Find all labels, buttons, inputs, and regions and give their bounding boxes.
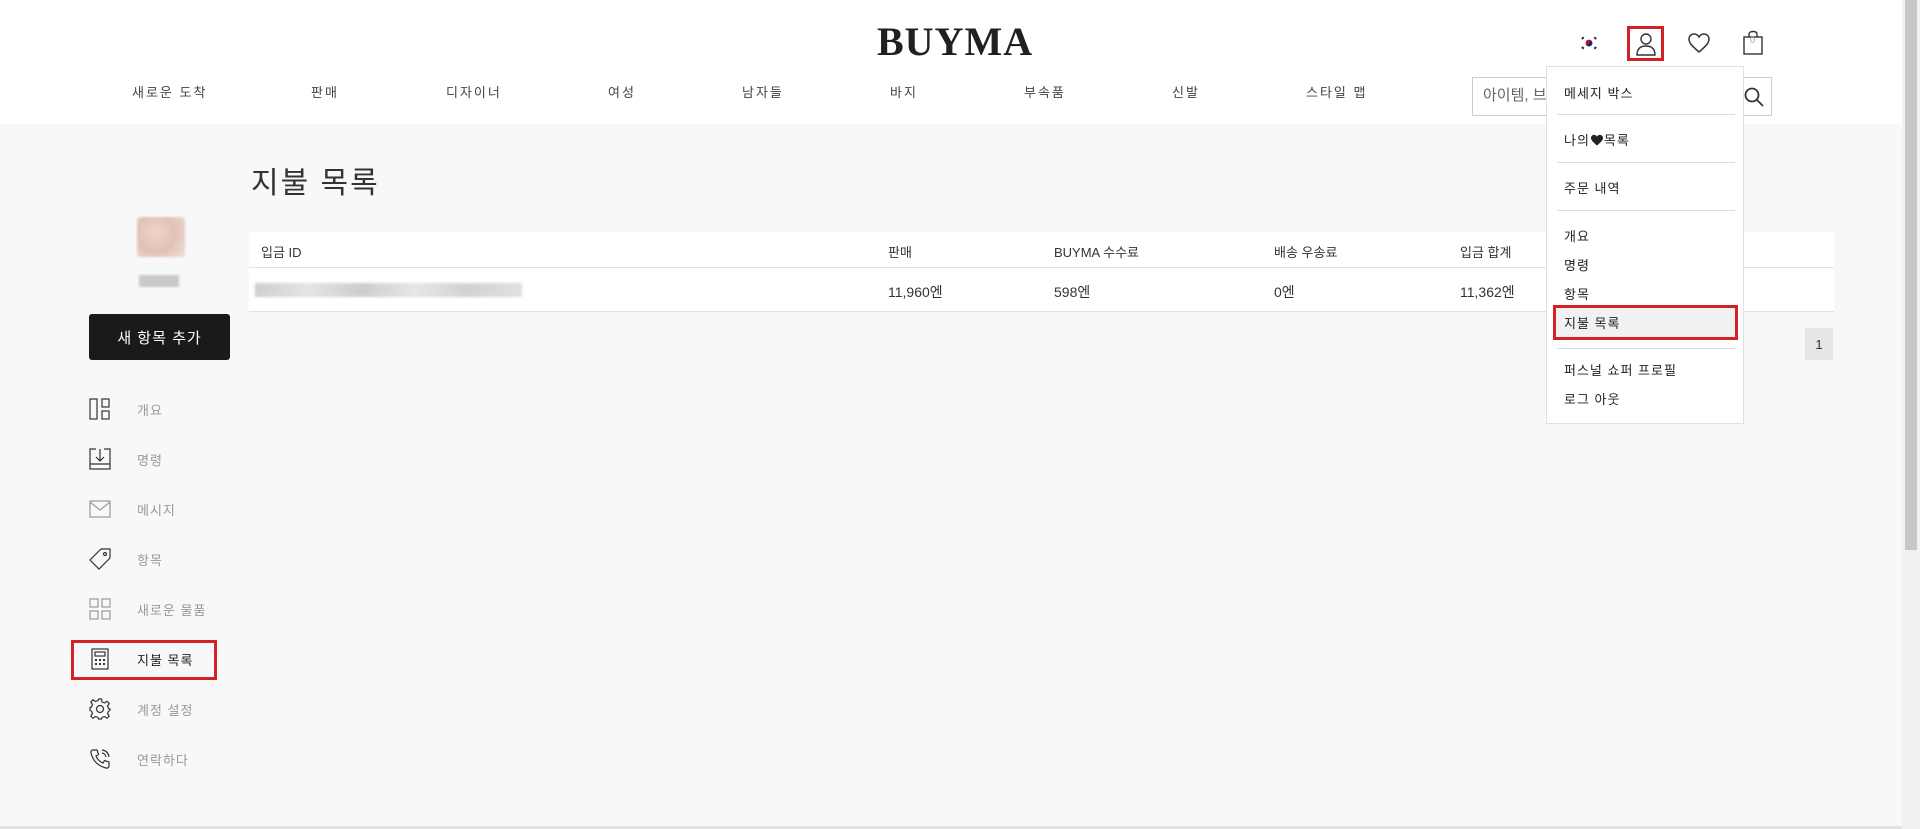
sidebar-item-label: 명령 [137,452,163,468]
menu-item-payment-list[interactable]: 지불 목록 [1564,313,1620,332]
col-deposit-total: 입금 합계 [1460,245,1512,260]
shopping-bag-button[interactable]: 0 [1735,26,1771,60]
menu-divider [1557,348,1735,349]
username-redacted [139,275,179,287]
menu-item-label: 나의 [1564,133,1590,148]
nav-men[interactable]: 남자들 [742,82,784,101]
sidebar-item-label: 메시지 [137,502,176,518]
buyma-logo[interactable]: BUYMA [877,18,1033,65]
gear-icon [89,698,111,720]
korea-flag-icon[interactable] [1571,26,1607,60]
sidebar-item-label: 연락하다 [137,752,189,768]
menu-item-label: 목록 [1603,133,1630,148]
page-scrollbar-thumb[interactable] [1905,0,1917,550]
sidebar-item-label: 새로운 물품 [137,602,207,618]
nav-women[interactable]: 여성 [608,82,636,101]
nav-designers[interactable]: 디자이너 [446,82,502,101]
sidebar-item-account-settings[interactable]: 계정 설정 [88,691,218,727]
menu-item-wishlist[interactable]: 나의 목록 [1564,130,1630,149]
menu-divider [1557,210,1735,211]
menu-item-items[interactable]: 항목 [1564,284,1590,303]
grid-icon [89,598,111,620]
nav-shoes[interactable]: 신발 [1172,82,1200,101]
price-tag-icon [89,548,111,570]
cell-deposit-total: 11,362엔 [1460,284,1515,300]
menu-item-message-box[interactable]: 메세지 박스 [1564,83,1633,102]
menu-item-order-history[interactable]: 주문 내역 [1564,178,1620,197]
col-sales: 판매 [888,245,912,260]
menu-item-logout[interactable]: 로그 아웃 [1564,389,1620,408]
heart-filled-icon [1590,134,1603,146]
highlight-box [71,640,217,680]
nav-pants[interactable]: 바지 [890,82,918,101]
cell-sales: 11,960엔 [888,284,943,300]
download-tray-icon [89,448,111,470]
menu-item-personal-shopper-profile[interactable]: 퍼스널 쇼퍼 프로필 [1564,360,1677,379]
menu-item-commands[interactable]: 명령 [1564,255,1590,274]
sidebar-item-label: 개요 [137,402,163,418]
user-icon [1635,32,1656,56]
nav-accessories[interactable]: 부속품 [1024,82,1066,101]
pagination-page-1[interactable]: 1 [1805,328,1833,360]
menu-item-overview[interactable]: 개요 [1564,226,1590,245]
sidebar-item-messages[interactable]: 메시지 [88,491,218,527]
sidebar-item-new-products[interactable]: 새로운 물품 [88,591,218,627]
cell-shipping: 0엔 [1274,284,1295,300]
menu-divider [1557,162,1735,163]
heart-icon [1688,33,1710,53]
add-new-item-button[interactable]: 새 항목 추가 [89,314,230,360]
dashboard-icon [89,398,111,420]
nav-style-map[interactable]: 스타일 맵 [1306,82,1367,101]
cell-buyma-fee: 598엔 [1054,284,1091,300]
menu-divider [1557,114,1735,115]
col-shipping: 배송 우송료 [1274,245,1338,260]
sidebar-item-items[interactable]: 항목 [88,541,218,577]
sidebar-item-label: 항목 [137,552,163,568]
user-account-button[interactable] [1627,26,1664,61]
main-navigation: 새로운 도착 판매 디자이너 여성 남자들 바지 부속품 신발 스타일 맵 [0,82,1480,106]
sidebar-item-label: 계정 설정 [137,702,194,718]
avatar [137,217,185,257]
deposit-id-redacted [255,283,522,297]
nav-sale[interactable]: 판매 [311,82,339,101]
wishlist-button[interactable] [1681,26,1717,60]
phone-icon [89,748,111,770]
search-icon[interactable] [1743,86,1765,108]
col-deposit-id: 입금 ID [261,245,302,260]
col-buyma-fee: BUYMA 수수료 [1054,245,1140,260]
page-title: 지불 목록 [251,167,380,200]
sidebar-item-contact[interactable]: 연락하다 [88,741,218,777]
envelope-icon [89,498,111,520]
cart-count: 0 [1750,35,1756,45]
nav-new-arrivals[interactable]: 새로운 도착 [132,82,207,101]
sidebar-item-overview[interactable]: 개요 [88,391,218,427]
user-dropdown-menu: 메세지 박스 나의 목록 주문 내역 개요 명령 항목 지불 목록 퍼스널 쇼퍼 … [1546,66,1744,424]
sidebar-item-orders[interactable]: 명령 [88,441,218,477]
